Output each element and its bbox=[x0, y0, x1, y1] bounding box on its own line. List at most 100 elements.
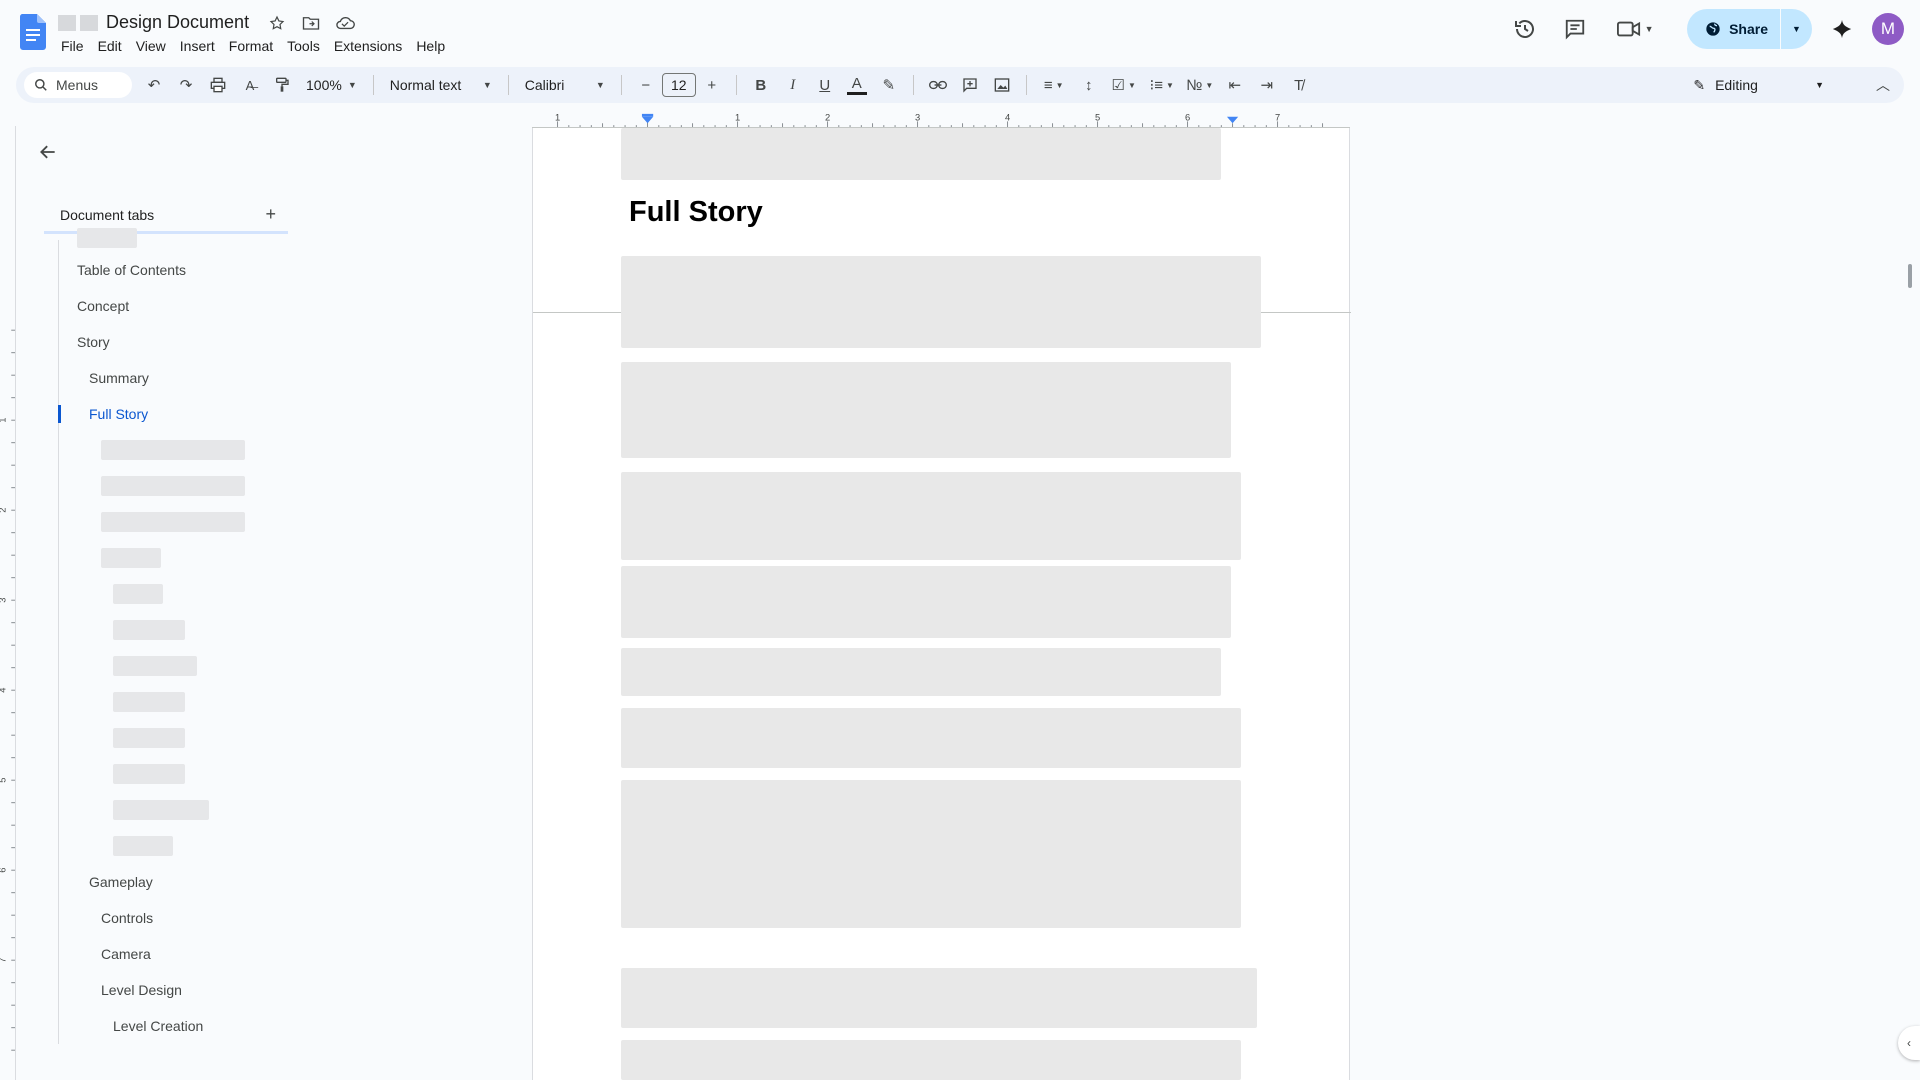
add-comment-icon[interactable] bbox=[956, 71, 984, 99]
redo-icon[interactable]: ↷ bbox=[172, 71, 200, 99]
menu-edit[interactable]: Edit bbox=[91, 36, 129, 56]
underline-icon[interactable]: U bbox=[811, 71, 839, 99]
decrease-indent-icon[interactable]: ⇤ bbox=[1221, 71, 1249, 99]
gemini-button[interactable] bbox=[1822, 9, 1862, 49]
font-size-input[interactable]: 12 bbox=[661, 73, 696, 97]
outline-item-active[interactable]: Full Story bbox=[58, 396, 288, 432]
redacted-paragraph bbox=[621, 472, 1241, 560]
outline-item[interactable]: Table of Contents bbox=[59, 252, 288, 288]
menu-insert[interactable]: Insert bbox=[173, 36, 222, 56]
app-header: Design Document File Edit View Insert Fo… bbox=[0, 0, 1920, 62]
ruler-label: 7 bbox=[0, 958, 8, 963]
clear-formatting-icon[interactable]: T̸ bbox=[1285, 71, 1313, 99]
ruler-label: 3 bbox=[915, 112, 920, 122]
back-arrow-icon[interactable] bbox=[38, 142, 58, 168]
zoom-select[interactable]: 100% ▼ bbox=[298, 77, 365, 93]
menu-help[interactable]: Help bbox=[409, 36, 452, 56]
bold-icon[interactable]: B bbox=[747, 71, 775, 99]
left-indent-marker[interactable] bbox=[641, 116, 654, 124]
outline-item-redacted[interactable] bbox=[59, 540, 288, 576]
horizontal-ruler[interactable]: 1 1 2 3 4 5 6 7 bbox=[532, 112, 1350, 128]
paint-format-icon[interactable] bbox=[268, 71, 296, 99]
account-avatar[interactable]: M bbox=[1872, 13, 1904, 45]
outline-item-redacted[interactable] bbox=[59, 756, 288, 792]
outline-item-redacted[interactable] bbox=[59, 432, 288, 468]
menu-tools[interactable]: Tools bbox=[280, 36, 327, 56]
side-panel-toggle[interactable]: ‹ bbox=[1898, 1026, 1920, 1060]
menus-search-label: Menus bbox=[56, 77, 99, 93]
outline-item-redacted[interactable] bbox=[59, 828, 288, 864]
collapse-menus-icon[interactable]: ︿ bbox=[1876, 75, 1890, 95]
ruler-label: 1 bbox=[735, 112, 740, 122]
ruler-label: 6 bbox=[0, 868, 8, 873]
outline-item-redacted[interactable] bbox=[59, 720, 288, 756]
menus-search[interactable]: Menus bbox=[24, 72, 132, 98]
outline-item[interactable]: Summary bbox=[59, 360, 288, 396]
menu-bar: File Edit View Insert Format Tools Exten… bbox=[54, 36, 452, 56]
link-icon[interactable] bbox=[924, 71, 952, 99]
increase-indent-icon[interactable]: ⇥ bbox=[1253, 71, 1281, 99]
chevron-down-icon: ▼ bbox=[1792, 24, 1801, 34]
outline-item[interactable]: Camera bbox=[59, 936, 288, 972]
outline-item[interactable]: Level Creation bbox=[59, 1008, 288, 1044]
meet-button[interactable]: ▼ bbox=[1605, 9, 1665, 49]
outline-item[interactable]: Controls bbox=[59, 900, 288, 936]
move-folder-icon[interactable] bbox=[301, 13, 321, 33]
text-color-icon[interactable]: A bbox=[843, 71, 871, 99]
bulleted-list-icon[interactable]: ⁝≡ ▼ bbox=[1145, 71, 1179, 99]
star-icon[interactable] bbox=[267, 13, 287, 33]
outline-item-redacted[interactable] bbox=[59, 468, 288, 504]
version-history-button[interactable] bbox=[1505, 9, 1545, 49]
spellcheck-icon[interactable]: A̶ bbox=[236, 71, 264, 99]
divider bbox=[735, 75, 737, 95]
outline-item-redacted[interactable] bbox=[59, 504, 288, 540]
chevron-down-icon: ▼ bbox=[595, 80, 605, 90]
font-select[interactable]: Calibri ▼ bbox=[517, 77, 613, 93]
sparkle-icon bbox=[1832, 19, 1852, 39]
align-left-icon[interactable]: ≡ ▼ bbox=[1037, 71, 1071, 99]
outline-item-redacted[interactable] bbox=[59, 224, 288, 252]
editing-mode-select[interactable]: ✎ Editing ▼ bbox=[1693, 77, 1824, 94]
print-icon[interactable] bbox=[204, 71, 232, 99]
increase-font-size-icon[interactable]: + bbox=[698, 71, 726, 99]
outline-item[interactable]: Concept bbox=[59, 288, 288, 324]
outline-item-redacted[interactable] bbox=[59, 576, 288, 612]
scrollbar-thumb[interactable] bbox=[1908, 264, 1912, 288]
cloud-saved-icon[interactable] bbox=[335, 13, 355, 33]
document-page[interactable]: Full Story bbox=[532, 128, 1351, 1080]
vertical-ruler[interactable]: 1 2 3 4 5 6 7 bbox=[0, 126, 16, 1080]
add-tab-icon[interactable]: + bbox=[265, 204, 276, 225]
right-indent-marker[interactable] bbox=[1226, 116, 1239, 124]
menu-view[interactable]: View bbox=[129, 36, 173, 56]
outline-item-redacted[interactable] bbox=[59, 612, 288, 648]
docs-logo-icon[interactable] bbox=[20, 14, 46, 50]
line-spacing-icon[interactable]: ↕ bbox=[1075, 71, 1103, 99]
share-button[interactable]: Share bbox=[1687, 9, 1780, 49]
outline-item[interactable]: Gameplay bbox=[59, 864, 288, 900]
outline-item[interactable]: Story bbox=[59, 324, 288, 360]
checklist-icon[interactable]: ☑ ▼ bbox=[1107, 71, 1141, 99]
menu-extensions[interactable]: Extensions bbox=[327, 36, 409, 56]
outline-item-redacted[interactable] bbox=[59, 684, 288, 720]
menu-format[interactable]: Format bbox=[222, 36, 280, 56]
insert-image-icon[interactable] bbox=[988, 71, 1016, 99]
italic-icon[interactable]: I bbox=[779, 71, 807, 99]
undo-icon[interactable]: ↶ bbox=[140, 71, 168, 99]
menu-file[interactable]: File bbox=[54, 36, 91, 56]
numbered-list-icon[interactable]: № ▼ bbox=[1183, 71, 1217, 99]
comments-button[interactable] bbox=[1555, 9, 1595, 49]
share-options-button[interactable]: ▼ bbox=[1780, 9, 1812, 49]
search-icon bbox=[35, 79, 47, 91]
document-title[interactable]: Design Document bbox=[106, 12, 249, 33]
redacted-paragraph bbox=[621, 780, 1241, 928]
outline-item-redacted[interactable] bbox=[59, 648, 288, 684]
paragraph-style-select[interactable]: Normal text ▼ bbox=[382, 77, 500, 93]
divider bbox=[507, 75, 509, 95]
first-line-indent-marker[interactable] bbox=[641, 113, 654, 117]
document-tabs-sidebar: Document tabs + Table of Contents Concep… bbox=[16, 128, 288, 1080]
outline-item-redacted[interactable] bbox=[59, 792, 288, 828]
decrease-font-size-icon[interactable]: − bbox=[632, 71, 660, 99]
document-tabs-title: Document tabs bbox=[60, 206, 155, 223]
outline-item[interactable]: Level Design bbox=[59, 972, 288, 1008]
highlight-icon[interactable]: ✎ bbox=[875, 71, 903, 99]
